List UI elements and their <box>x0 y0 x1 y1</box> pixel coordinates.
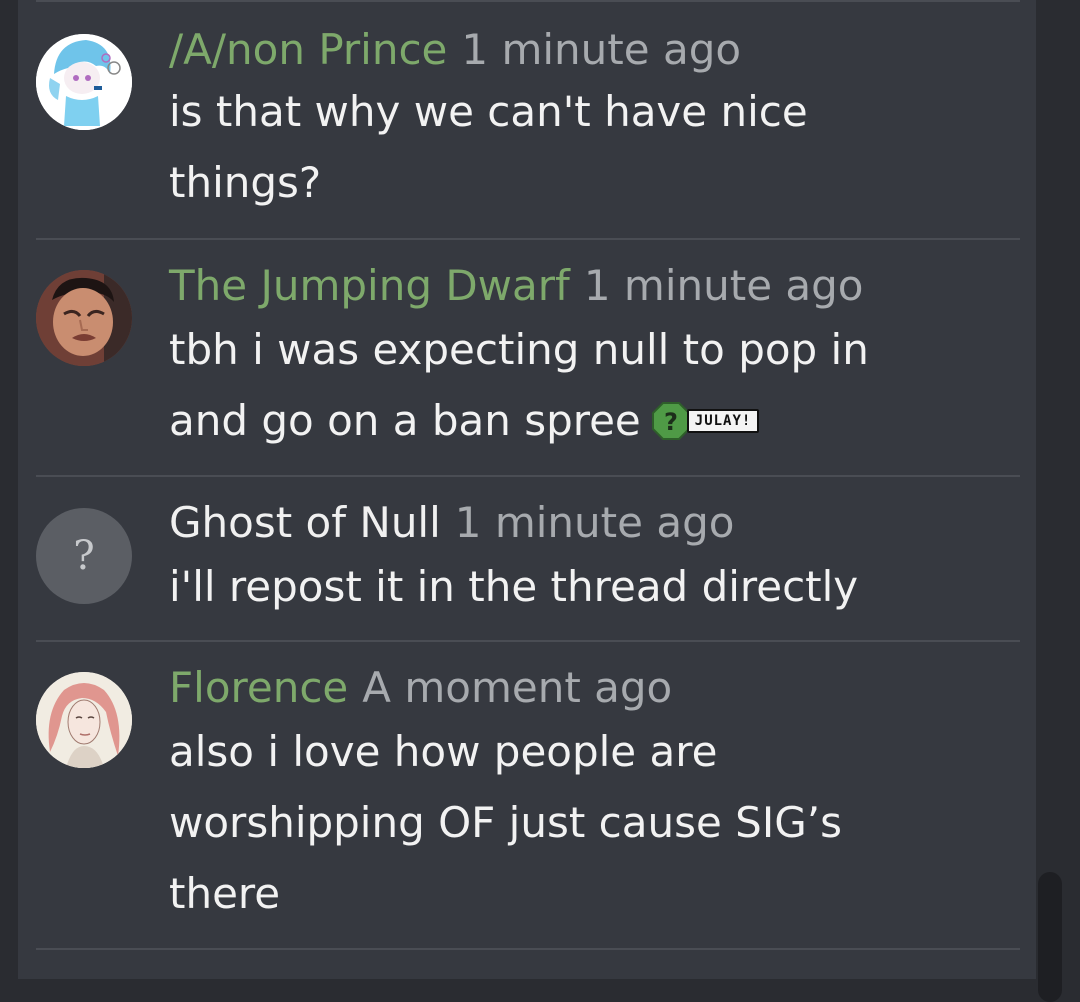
chat-message: ? Ghost of Null 1 minute ago i'll repost … <box>0 477 1030 641</box>
message-text: tbh i was expecting null to pop in and g… <box>169 325 869 445</box>
author-name[interactable]: Ghost of Null <box>169 498 441 547</box>
avatar[interactable] <box>36 672 132 768</box>
scrollbar-thumb[interactable] <box>1038 872 1062 1002</box>
timestamp: A moment ago <box>362 663 673 712</box>
author-name[interactable]: Florence <box>169 663 348 712</box>
avatar[interactable] <box>36 270 132 366</box>
chat-message: /A/non Prince 1 minute ago is that why we… <box>0 0 1030 240</box>
timestamp: 1 minute ago <box>454 498 735 547</box>
chat-message: The Jumping Dwarf 1 minute ago tbh i was … <box>0 240 1030 476</box>
scrollbar-track[interactable] <box>1036 0 1062 979</box>
message-text: is that why we can't have nice things? <box>169 87 808 207</box>
author-name[interactable]: /A/non Prince <box>169 25 447 74</box>
timestamp: 1 minute ago <box>461 25 742 74</box>
avatar[interactable] <box>36 34 132 130</box>
author-name[interactable]: The Jumping Dwarf <box>169 261 570 310</box>
question-mark-emoji-icon: ? <box>651 402 690 440</box>
timestamp: 1 minute ago <box>583 261 864 310</box>
message-divider <box>36 948 1020 950</box>
avatar-placeholder[interactable]: ? <box>36 508 132 604</box>
chat-message: Florence A moment ago also i love how peo… <box>0 642 1030 950</box>
message-text: also i love how people are worshipping O… <box>169 727 843 918</box>
emoji-symbol: ? <box>664 408 678 436</box>
message-text: i'll repost it in the thread directly <box>169 562 859 611</box>
julay-sticker: JULAY! <box>686 409 760 433</box>
